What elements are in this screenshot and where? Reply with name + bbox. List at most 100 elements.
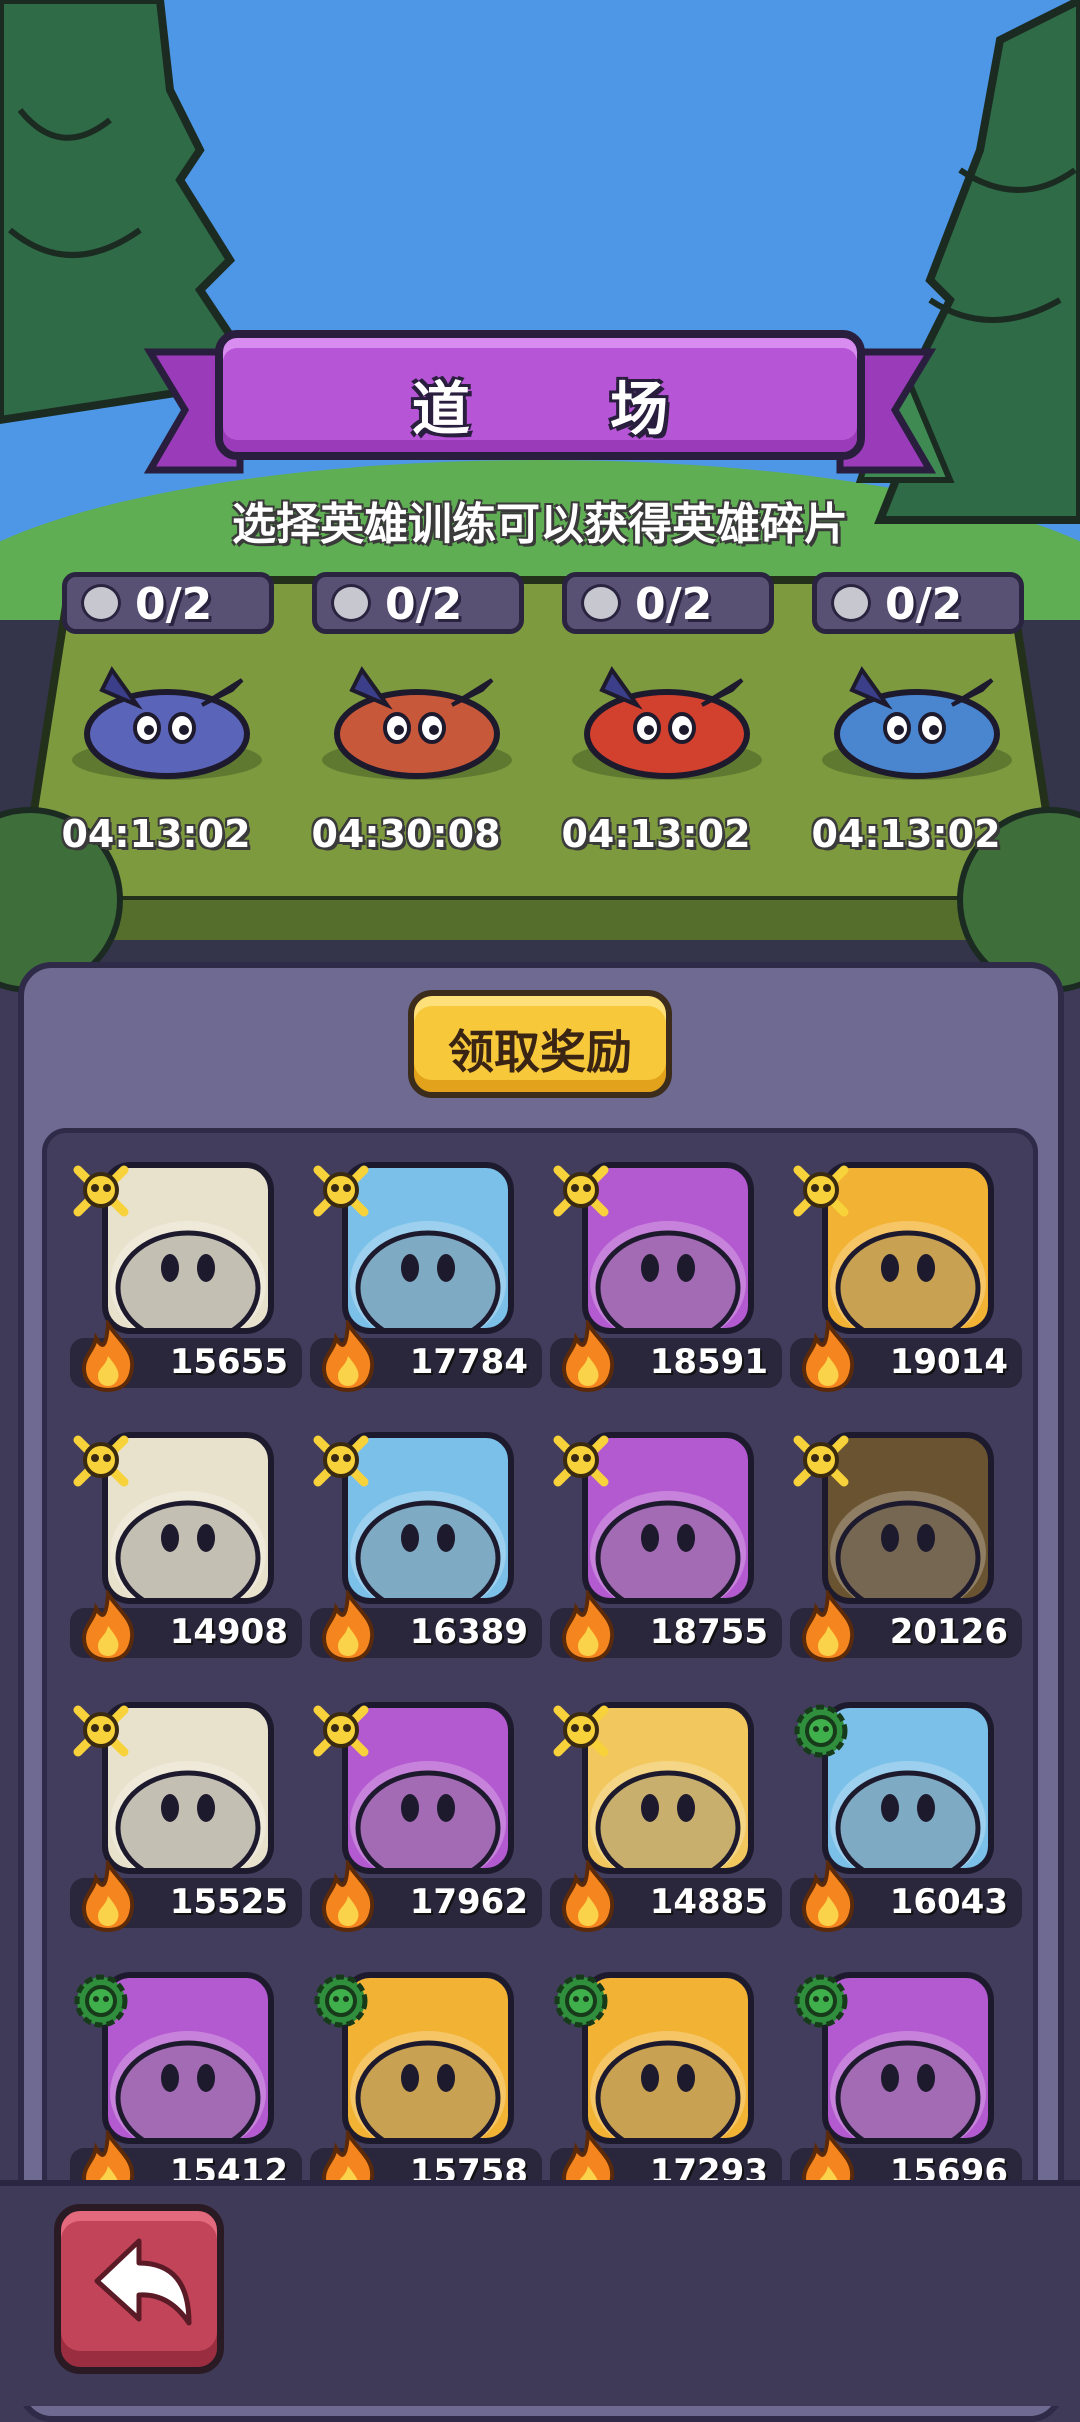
flame-icon [321, 1860, 375, 1933]
back-button[interactable] [54, 2204, 224, 2374]
hero-power-value: 20126 [889, 1612, 1008, 1652]
pink-bow-hero-icon [110, 1761, 266, 1868]
gear-rank-badge-icon [794, 1974, 848, 2028]
training-timer: 04:13:02 [561, 812, 751, 856]
skull-rank-badge-icon [313, 1435, 369, 1487]
knight-helmet-hero-icon [590, 1221, 746, 1328]
hero-power-value: 17784 [409, 1342, 528, 1382]
hero-card[interactable]: 15525 [60, 1700, 310, 1940]
hero-card[interactable]: 18755 [540, 1430, 790, 1670]
training-hero[interactable] [792, 650, 1042, 790]
hero-card[interactable]: 19014 [780, 1160, 1030, 1400]
hero-card[interactable]: 18591 [540, 1160, 790, 1400]
flame-icon [81, 1860, 135, 1933]
hero-power-value: 17962 [409, 1882, 528, 1922]
skull-rank-badge-icon [793, 1435, 849, 1487]
helmet-icon [81, 584, 121, 622]
hero-card[interactable]: 16043 [780, 1700, 1030, 1940]
slot-count: 0/2 [385, 579, 463, 630]
page-subtitle: 选择英雄训练可以获得英雄碎片 [232, 499, 848, 550]
helmet-icon [331, 584, 371, 622]
flame-icon [81, 1320, 135, 1393]
skull-rank-badge-icon [793, 1165, 849, 1217]
training-slot-counter: 0/2 [562, 572, 774, 634]
brown-check-hero-icon [830, 1491, 986, 1598]
skull-rank-badge-icon [73, 1705, 129, 1757]
hero-card[interactable]: 14908 [60, 1430, 310, 1670]
hero-card[interactable]: 14885 [540, 1700, 790, 1940]
hero-power-value: 16389 [409, 1612, 528, 1652]
green-hat-hero-icon [590, 1491, 746, 1598]
training-hero[interactable] [542, 650, 792, 790]
hero-card[interactable]: 15696 [780, 1970, 1030, 2210]
hero-card[interactable]: 15758 [300, 1970, 550, 2210]
hero-power-value: 18755 [649, 1612, 768, 1652]
grey-helmet-hero-icon [110, 1221, 266, 1328]
hero-card[interactable]: 15412 [60, 1970, 310, 2210]
gear-rank-badge-icon [74, 1974, 128, 2028]
skull-rank-badge-icon [553, 1165, 609, 1217]
flame-icon [561, 1320, 615, 1393]
hero-card[interactable]: 16389 [300, 1430, 550, 1670]
purple-horned-hero-icon [72, 666, 262, 780]
hero-power-value: 16043 [889, 1882, 1008, 1922]
silver-wolf-hero-icon [350, 2031, 506, 2138]
back-arrow-icon [94, 2238, 192, 2326]
orange-bomb-hero-icon [572, 666, 762, 780]
training-slot-counter: 0/2 [62, 572, 274, 634]
skull-rank-badge-icon [313, 1165, 369, 1217]
page-title: 道 场 [411, 375, 729, 443]
green-slime-hero-icon [110, 1491, 266, 1598]
flame-icon [321, 1590, 375, 1663]
claim-reward-label: 领取奖励 [448, 1025, 632, 1079]
flame-icon [801, 1860, 855, 1933]
helmet-icon [581, 584, 621, 622]
hero-power-value: 14885 [649, 1882, 768, 1922]
training-timer: 04:13:02 [61, 812, 251, 856]
red-mech-hero-icon [590, 2031, 746, 2138]
flame-icon [801, 1320, 855, 1393]
blue-archer-hero-icon [822, 666, 1012, 780]
slot-count: 0/2 [635, 579, 713, 630]
slot-count: 0/2 [135, 579, 213, 630]
title-banner: 道 场 [215, 330, 865, 460]
skull-hat-hero-icon [350, 1761, 506, 1868]
cat-mask-hero-icon [350, 1491, 506, 1598]
helmet-icon [831, 584, 871, 622]
hero-card[interactable]: 20126 [780, 1430, 1030, 1670]
red-tentacle-shell-hero-icon [322, 666, 512, 780]
training-hero[interactable] [292, 650, 542, 790]
hero-card[interactable]: 17784 [300, 1160, 550, 1400]
robot-block-hero-icon [830, 1761, 986, 1868]
skull-rank-badge-icon [73, 1435, 129, 1487]
flame-icon [561, 1860, 615, 1933]
hero-power-value: 15655 [169, 1342, 288, 1382]
skull-rank-badge-icon [73, 1165, 129, 1217]
hero-card[interactable]: 17293 [540, 1970, 790, 2210]
training-slot-counter: 0/2 [812, 572, 1024, 634]
hero-power-value: 15525 [169, 1882, 288, 1922]
training-slot-counter: 0/2 [312, 572, 524, 634]
training-hero[interactable] [42, 650, 292, 790]
gear-rank-badge-icon [314, 1974, 368, 2028]
hero-card[interactable]: 17962 [300, 1700, 550, 1940]
claim-reward-button[interactable]: 领取奖励 [408, 990, 672, 1098]
flame-icon [801, 1590, 855, 1663]
flame-icon [81, 1590, 135, 1663]
training-timer: 04:13:02 [811, 812, 1001, 856]
hero-power-value: 14908 [169, 1612, 288, 1652]
training-timer: 04:30:08 [311, 812, 501, 856]
skull-rank-badge-icon [313, 1705, 369, 1757]
gear-rank-badge-icon [554, 1974, 608, 2028]
red-horned-hero-icon [350, 1221, 506, 1328]
skull-rank-badge-icon [553, 1435, 609, 1487]
gold-crest-hero-icon [830, 1221, 986, 1328]
hero-card[interactable]: 15655 [60, 1160, 310, 1400]
hero-power-value: 18591 [649, 1342, 768, 1382]
gear-rank-badge-icon [794, 1704, 848, 1758]
skull-rank-badge-icon [553, 1705, 609, 1757]
flame-icon [321, 1320, 375, 1393]
flame-icon [561, 1590, 615, 1663]
grey-cat-robot-hero-icon [110, 2031, 266, 2138]
pink-crown-hero-icon [590, 1761, 746, 1868]
